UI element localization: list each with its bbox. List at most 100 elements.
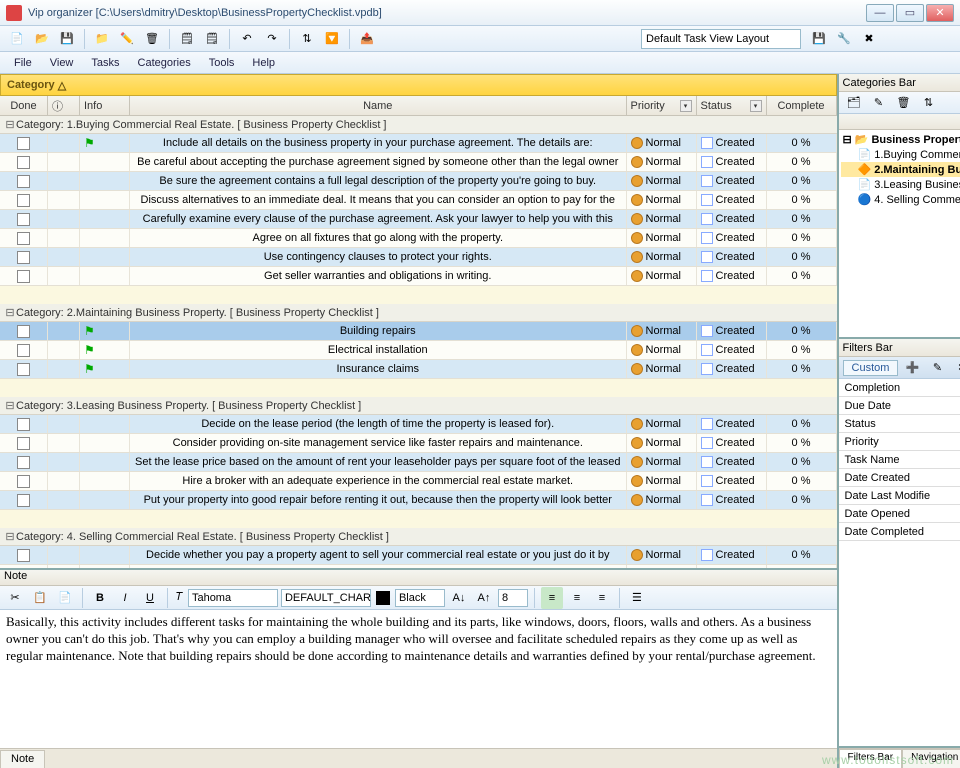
filter-row[interactable]: Completion▾ bbox=[839, 379, 960, 397]
filter-row[interactable]: Date Completed▾ bbox=[839, 523, 960, 541]
task-row[interactable]: Use contingency clauses to protect your … bbox=[0, 248, 837, 267]
task-row[interactable]: ⚑Include all details on the business pro… bbox=[0, 134, 837, 153]
maximize-button[interactable]: ▭ bbox=[896, 4, 924, 22]
delete-icon[interactable]: 🗑 bbox=[141, 28, 163, 50]
col-name[interactable]: Name bbox=[130, 96, 627, 115]
done-checkbox[interactable] bbox=[17, 363, 30, 376]
bold-icon[interactable]: B bbox=[89, 587, 111, 609]
task-grid[interactable]: Done ⓘ Info Name Priority▾ Status▾ Compl… bbox=[0, 96, 837, 568]
undo-icon[interactable]: ↶ bbox=[236, 28, 258, 50]
cat-new-icon[interactable]: 🗂 bbox=[843, 92, 865, 114]
charset-selector[interactable]: DEFAULT_CHAR bbox=[281, 589, 371, 607]
category-root[interactable]: ⊟📂Business Property Checklist2929 bbox=[841, 132, 960, 147]
task-row[interactable]: ⚑Building repairsNormalCreated0 % bbox=[0, 322, 837, 341]
minimize-button[interactable]: — bbox=[866, 4, 894, 22]
task-row[interactable]: Carefully examine every clause of the pu… bbox=[0, 210, 837, 229]
new-category-icon[interactable]: 📁 bbox=[91, 28, 113, 50]
menu-tools[interactable]: Tools bbox=[201, 55, 243, 71]
group-row[interactable]: ⊟ Category: 2.Maintaining Business Prope… bbox=[0, 304, 837, 322]
category-item[interactable]: 🔵4. Selling Commercial Real Esta1313 bbox=[841, 192, 960, 207]
done-checkbox[interactable] bbox=[17, 137, 30, 150]
filter-row[interactable]: Date Last Modifie▾ bbox=[839, 487, 960, 505]
custom-filter-button[interactable]: Custom bbox=[843, 360, 899, 376]
menu-categories[interactable]: Categories bbox=[130, 55, 199, 71]
sort-icon[interactable]: ⇅ bbox=[296, 28, 318, 50]
note-cut-icon[interactable]: ✂ bbox=[4, 587, 26, 609]
note-paste-icon[interactable]: 📄 bbox=[54, 587, 76, 609]
filter-edit-icon[interactable]: ✎ bbox=[926, 357, 948, 379]
color-swatch[interactable] bbox=[376, 591, 390, 605]
col-status[interactable]: Status▾ bbox=[697, 96, 767, 115]
task-row[interactable]: Discuss alternatives to an immediate dea… bbox=[0, 191, 837, 210]
redo-icon[interactable]: ↷ bbox=[261, 28, 283, 50]
group-by-bar[interactable]: Category△ bbox=[0, 74, 837, 96]
task-row[interactable]: Be careful about accepting the purchase … bbox=[0, 153, 837, 172]
note-tab[interactable]: Note bbox=[0, 750, 45, 768]
align-right-icon[interactable]: ≡ bbox=[591, 587, 613, 609]
menu-file[interactable]: File bbox=[6, 55, 40, 71]
task-row[interactable]: Be sure the agreement contains a full le… bbox=[0, 172, 837, 191]
clear-icon[interactable]: ✖ bbox=[858, 28, 880, 50]
filter-row[interactable]: Due Date▾ bbox=[839, 397, 960, 415]
bullets-icon[interactable]: ☰ bbox=[626, 587, 648, 609]
task-edit-icon[interactable]: 🗒 bbox=[201, 28, 223, 50]
group-row[interactable]: ⊟ Category: 3.Leasing Business Property.… bbox=[0, 397, 837, 415]
align-center-icon[interactable]: ≡ bbox=[566, 587, 588, 609]
task-row[interactable]: Agree on all fixtures that go along with… bbox=[0, 229, 837, 248]
cat-sort-icon[interactable]: ⇅ bbox=[918, 92, 940, 114]
group-row[interactable]: ⊟ Category: 4. Selling Commercial Real E… bbox=[0, 528, 837, 546]
done-checkbox[interactable] bbox=[17, 270, 30, 283]
task-row[interactable]: Decide whether you pay a property agent … bbox=[0, 546, 837, 565]
layout-selector[interactable]: Default Task View Layout bbox=[641, 29, 801, 49]
done-checkbox[interactable] bbox=[17, 232, 30, 245]
cat-edit-icon[interactable]: ✎ bbox=[868, 92, 890, 114]
task-row[interactable]: Set the lease price based on the amount … bbox=[0, 453, 837, 472]
task-row[interactable]: Consider providing on-site management se… bbox=[0, 434, 837, 453]
size-down-icon[interactable]: A↓ bbox=[448, 587, 470, 609]
export-icon[interactable]: 📤 bbox=[356, 28, 378, 50]
filter-row[interactable]: Task Name▾ bbox=[839, 451, 960, 469]
note-copy-icon[interactable]: 📋 bbox=[29, 587, 51, 609]
menu-view[interactable]: View bbox=[42, 55, 82, 71]
done-checkbox[interactable] bbox=[17, 325, 30, 338]
done-checkbox[interactable] bbox=[17, 418, 30, 431]
filter-del-icon[interactable]: ✖ bbox=[951, 357, 960, 379]
filter-add-icon[interactable]: ➕ bbox=[901, 357, 923, 379]
done-checkbox[interactable] bbox=[17, 175, 30, 188]
done-checkbox[interactable] bbox=[17, 475, 30, 488]
done-checkbox[interactable] bbox=[17, 494, 30, 507]
done-checkbox[interactable] bbox=[17, 437, 30, 450]
font-color[interactable]: Black bbox=[395, 589, 445, 607]
col-info-icon[interactable]: ⓘ bbox=[48, 96, 80, 115]
note-body[interactable]: Basically, this activity includes differ… bbox=[0, 610, 837, 748]
font-selector[interactable]: Tahoma bbox=[188, 589, 278, 607]
done-checkbox[interactable] bbox=[17, 344, 30, 357]
cat-del-icon[interactable]: 🗑 bbox=[893, 92, 915, 114]
category-item[interactable]: 📄3.Leasing Business Property.55 bbox=[841, 177, 960, 192]
col-done[interactable]: Done bbox=[0, 96, 48, 115]
group-row[interactable]: ⊟ Category: 1.Buying Commercial Real Est… bbox=[0, 116, 837, 134]
task-row[interactable]: Get seller warranties and obligations in… bbox=[0, 267, 837, 286]
task-row[interactable]: Decide on the lease period (the length o… bbox=[0, 415, 837, 434]
done-checkbox[interactable] bbox=[17, 213, 30, 226]
task-row[interactable]: Hire a broker with an adequate experienc… bbox=[0, 472, 837, 491]
size-up-icon[interactable]: A↑ bbox=[473, 587, 495, 609]
task-row[interactable]: ⚑Insurance claimsNormalCreated0 % bbox=[0, 360, 837, 379]
edit-icon[interactable]: ✏️ bbox=[116, 28, 138, 50]
task-row[interactable]: ⚑Electrical installationNormalCreated0 % bbox=[0, 341, 837, 360]
font-size[interactable]: 8 bbox=[498, 589, 528, 607]
menu-tasks[interactable]: Tasks bbox=[83, 55, 127, 71]
filter-row[interactable]: Date Opened▾ bbox=[839, 505, 960, 523]
col-priority[interactable]: Priority▾ bbox=[627, 96, 697, 115]
done-checkbox[interactable] bbox=[17, 156, 30, 169]
done-checkbox[interactable] bbox=[17, 456, 30, 469]
open-icon[interactable]: 📂 bbox=[31, 28, 53, 50]
italic-icon[interactable]: I bbox=[114, 587, 136, 609]
categories-tree[interactable]: ⊟📂Business Property Checklist2929📄1.Buyi… bbox=[839, 130, 960, 209]
underline-icon[interactable]: U bbox=[139, 587, 161, 609]
menu-help[interactable]: Help bbox=[244, 55, 283, 71]
category-item[interactable]: 🔶2.Maintaining Business Propert33 bbox=[841, 162, 960, 177]
new-icon[interactable]: 📄 bbox=[6, 28, 28, 50]
filter-row[interactable]: Priority▾ bbox=[839, 433, 960, 451]
col-info[interactable]: Info bbox=[80, 96, 130, 115]
